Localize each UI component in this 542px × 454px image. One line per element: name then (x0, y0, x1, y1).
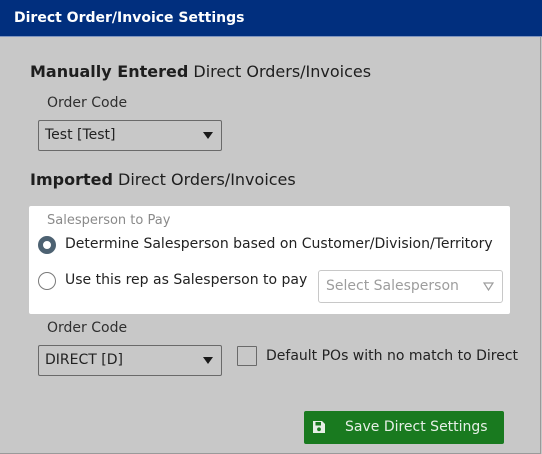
radio-use-rep-label[interactable]: Use this rep as Salesperson to pay (65, 272, 307, 288)
default-pos-label[interactable]: Default POs with no match to Direct (266, 348, 518, 364)
default-pos-checkbox[interactable] (237, 346, 257, 366)
imported-heading-bold: Imported (30, 170, 113, 189)
save-direct-settings-button[interactable]: Save Direct Settings (304, 411, 504, 444)
salesperson-panel-label: Salesperson to Pay (47, 213, 171, 228)
manual-order-code-label: Order Code (47, 95, 128, 111)
manual-order-code-value: Test [Test] (45, 127, 116, 143)
salesperson-select[interactable]: Select Salesperson (318, 270, 503, 303)
chevron-down-icon (203, 357, 213, 364)
imported-order-code-select[interactable]: DIRECT [D] (38, 345, 222, 376)
salesperson-select-placeholder: Select Salesperson (326, 278, 459, 294)
imported-heading-rest: Direct Orders/Invoices (112, 170, 296, 189)
chevron-down-icon (203, 132, 213, 139)
radio-determine-salesperson[interactable] (38, 236, 56, 254)
manual-section-heading: Manually Entered Direct Orders/Invoices (30, 62, 371, 81)
imported-order-code-label: Order Code (47, 320, 128, 336)
floppy-disk-icon (313, 421, 325, 433)
save-button-label: Save Direct Settings (345, 419, 488, 435)
dialog-title: Direct Order/Invoice Settings (0, 0, 542, 37)
salesperson-panel: Salesperson to Pay Determine Salesperson… (29, 206, 510, 314)
imported-section-heading: Imported Direct Orders/Invoices (30, 170, 296, 189)
manual-heading-bold: Manually Entered (30, 62, 189, 81)
direct-settings-dialog: Direct Order/Invoice Settings Manually E… (0, 0, 542, 454)
manual-heading-rest: Direct Orders/Invoices (188, 62, 372, 81)
imported-order-code-value: DIRECT [D] (45, 352, 123, 368)
chevron-down-icon (483, 282, 494, 291)
radio-determine-salesperson-label[interactable]: Determine Salesperson based on Customer/… (65, 236, 493, 252)
manual-order-code-select[interactable]: Test [Test] (38, 120, 222, 151)
radio-use-rep[interactable] (38, 272, 56, 290)
